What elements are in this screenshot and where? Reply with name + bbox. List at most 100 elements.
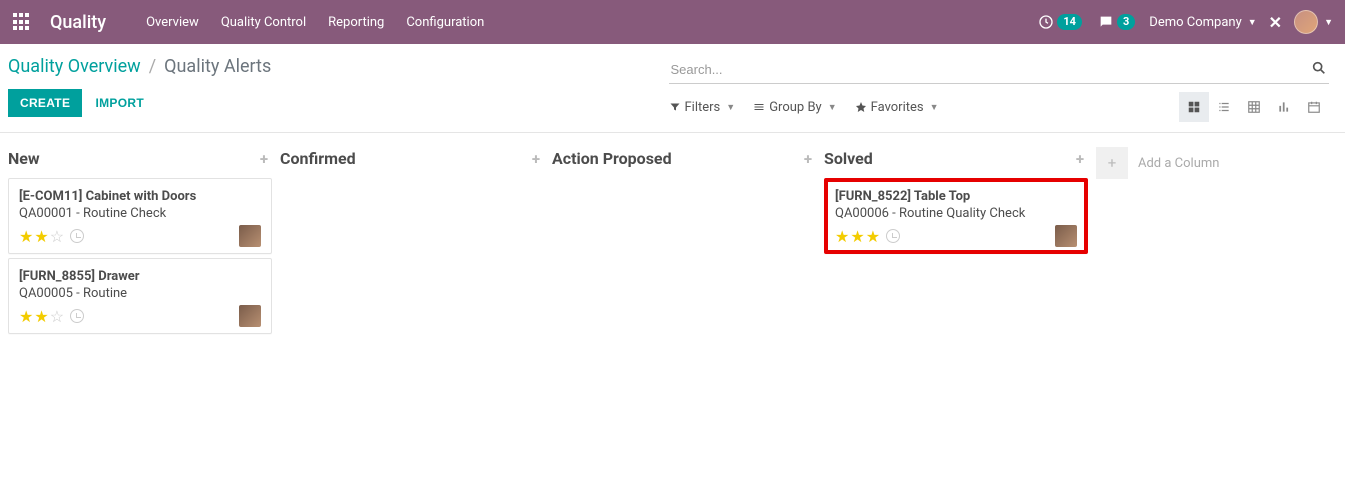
- star-filled-icon[interactable]: ★: [850, 227, 864, 246]
- favorites-label: Favorites: [871, 100, 924, 115]
- column-header[interactable]: Action Proposed +: [552, 143, 816, 178]
- filter-row: Filters ▼ Group By ▼ Favorites ▼: [669, 92, 1330, 122]
- debug-close-icon[interactable]: ✕: [1269, 13, 1282, 32]
- filters-label: Filters: [685, 100, 721, 115]
- groupby-label: Group By: [769, 100, 822, 115]
- apps-launcher-icon[interactable]: [12, 12, 32, 32]
- kanban-column: Action Proposed +: [552, 143, 824, 178]
- breadcrumb-current: Quality Alerts: [164, 56, 271, 77]
- kanban-board: New + [E-COM11] Cabinet with Doors QA00001 …: [0, 133, 1345, 348]
- create-button[interactable]: CREATE: [8, 89, 82, 117]
- nav-quality-control[interactable]: Quality Control: [211, 3, 316, 42]
- column-add-icon[interactable]: +: [260, 150, 268, 168]
- assignee-avatar[interactable]: [239, 305, 261, 327]
- star-empty-icon[interactable]: ☆: [50, 307, 64, 326]
- nav-configuration[interactable]: Configuration: [396, 3, 494, 42]
- star-filled-icon[interactable]: ★: [866, 227, 880, 246]
- card-subtitle: QA00006 - Routine Quality Check: [835, 206, 1077, 221]
- add-column-icon[interactable]: +: [1096, 147, 1128, 179]
- caret-down-icon: ▼: [930, 102, 939, 113]
- priority-stars[interactable]: ★★☆: [19, 227, 64, 246]
- activities-badge: 14: [1057, 14, 1082, 30]
- top-nav: Overview Quality Control Reporting Confi…: [136, 3, 494, 42]
- column-add-icon[interactable]: +: [532, 150, 540, 168]
- caret-down-icon: ▼: [828, 102, 837, 113]
- search-icon[interactable]: [1311, 60, 1327, 80]
- column-title: Action Proposed: [552, 149, 672, 168]
- star-icon: [855, 101, 867, 113]
- priority-stars[interactable]: ★★★: [835, 227, 880, 246]
- kanban-card[interactable]: [E-COM11] Cabinet with Doors QA00001 - Ro…: [8, 178, 272, 254]
- messages-badge: 3: [1117, 14, 1135, 30]
- avatar: [1294, 10, 1318, 34]
- user-menu[interactable]: ▼: [1294, 10, 1333, 34]
- messages-button[interactable]: 3: [1096, 13, 1137, 31]
- groupby-dropdown[interactable]: Group By ▼: [753, 100, 836, 115]
- column-title: Confirmed: [280, 149, 356, 168]
- activity-clock-icon[interactable]: [70, 229, 84, 243]
- column-title: Solved: [824, 149, 873, 168]
- column-add-icon[interactable]: +: [804, 150, 812, 168]
- star-filled-icon[interactable]: ★: [34, 307, 48, 326]
- card-title: [FURN_8855] Drawer: [19, 269, 261, 284]
- breadcrumb: Quality Overview / Quality Alerts: [8, 56, 669, 77]
- search-wrap: [669, 56, 1330, 84]
- company-switcher[interactable]: Demo Company ▼: [1149, 15, 1256, 30]
- control-bar: Quality Overview / Quality Alerts CREATE…: [0, 44, 1345, 133]
- column-title: New: [8, 149, 40, 168]
- card-footer: ★★★: [835, 225, 1077, 247]
- star-filled-icon[interactable]: ★: [835, 227, 849, 246]
- star-empty-icon[interactable]: ☆: [50, 227, 64, 246]
- pivot-view-icon[interactable]: [1239, 92, 1269, 122]
- kanban-column: New + [E-COM11] Cabinet with Doors QA00001 …: [8, 143, 280, 338]
- card-subtitle: QA00001 - Routine Check: [19, 206, 261, 221]
- view-switcher: [1179, 92, 1329, 122]
- breadcrumb-root[interactable]: Quality Overview: [8, 56, 141, 77]
- kanban-view-icon[interactable]: [1179, 92, 1209, 122]
- kanban-column: Solved + [FURN_8522] Table Top QA00006 - Ro…: [824, 143, 1096, 258]
- filters-dropdown[interactable]: Filters ▼: [669, 100, 736, 115]
- star-filled-icon[interactable]: ★: [34, 227, 48, 246]
- graph-view-icon[interactable]: [1269, 92, 1299, 122]
- nav-overview[interactable]: Overview: [136, 3, 209, 42]
- app-brand: Quality: [50, 12, 106, 33]
- control-left: Quality Overview / Quality Alerts CREATE…: [8, 56, 669, 129]
- assignee-avatar[interactable]: [239, 225, 261, 247]
- assignee-avatar[interactable]: [1055, 225, 1077, 247]
- card-footer: ★★☆: [19, 305, 261, 327]
- topbar: Quality Overview Quality Control Reporti…: [0, 0, 1345, 44]
- control-right: Filters ▼ Group By ▼ Favorites ▼: [669, 56, 1330, 132]
- card-subtitle: QA00005 - Routine: [19, 286, 261, 301]
- star-filled-icon[interactable]: ★: [19, 227, 33, 246]
- column-header[interactable]: Solved +: [824, 143, 1088, 178]
- column-header[interactable]: New +: [8, 143, 272, 178]
- priority-stars[interactable]: ★★☆: [19, 307, 64, 326]
- filter-icon: [669, 101, 681, 113]
- action-buttons: CREATE IMPORT: [8, 89, 669, 117]
- activity-clock-icon[interactable]: [70, 309, 84, 323]
- favorites-dropdown[interactable]: Favorites ▼: [855, 100, 939, 115]
- kanban-card[interactable]: [FURN_8855] DrawerQA00005 - Routine★★☆: [8, 258, 272, 334]
- card-title: [E-COM11] Cabinet with Doors: [19, 189, 261, 204]
- calendar-view-icon[interactable]: [1299, 92, 1329, 122]
- chat-icon: [1098, 14, 1114, 30]
- activities-button[interactable]: 14: [1036, 13, 1084, 31]
- card-footer: ★★☆: [19, 225, 261, 247]
- import-button[interactable]: IMPORT: [95, 96, 143, 110]
- nav-reporting[interactable]: Reporting: [318, 3, 394, 42]
- kanban-column: Confirmed +: [280, 143, 552, 178]
- list-icon: [753, 101, 765, 113]
- breadcrumb-separator: /: [149, 56, 156, 77]
- card-title: [FURN_8522] Table Top: [835, 189, 1077, 204]
- kanban-card[interactable]: [FURN_8522] Table Top QA00006 - Routine Q…: [824, 178, 1088, 254]
- search-input[interactable]: [669, 56, 1330, 83]
- topbar-right: 14 3 Demo Company ▼ ✕ ▼: [1036, 10, 1333, 34]
- activity-clock-icon[interactable]: [886, 229, 900, 243]
- add-column-label: Add a Column: [1138, 156, 1219, 171]
- column-add-icon[interactable]: +: [1076, 150, 1084, 168]
- add-column[interactable]: + Add a Column: [1096, 143, 1219, 179]
- column-header[interactable]: Confirmed +: [280, 143, 544, 178]
- clock-icon: [1038, 14, 1054, 30]
- star-filled-icon[interactable]: ★: [19, 307, 33, 326]
- list-view-icon[interactable]: [1209, 92, 1239, 122]
